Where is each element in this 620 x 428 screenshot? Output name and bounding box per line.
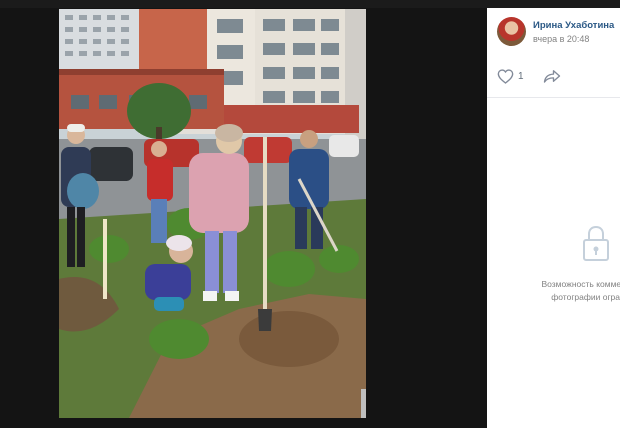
comments-closed-notice: Возможность комменти фотографии огран [487, 218, 620, 318]
share-button[interactable] [541, 66, 563, 86]
top-bar [0, 0, 620, 8]
comments-closed-line-1: Возможность комменти [541, 279, 620, 289]
post-sidebar: Ирина Ухаботина вчера в 20:48 1 Возможно… [487, 8, 620, 428]
photo-viewer [0, 8, 487, 428]
avatar[interactable] [497, 17, 526, 46]
comments-closed-text: Возможность комменти фотографии огран [513, 278, 620, 304]
lock-icon [583, 225, 609, 261]
like-count: 1 [518, 70, 524, 82]
share-arrow-icon [543, 70, 561, 83]
like-button[interactable]: 1 [497, 66, 524, 86]
author-name-link[interactable]: Ирина Ухаботина [533, 20, 614, 31]
post-photo[interactable] [59, 9, 366, 418]
post-actions: 1 [487, 58, 620, 98]
post-time[interactable]: вчера в 20:48 [533, 34, 589, 44]
comments-closed-line-2: фотографии огран [551, 292, 620, 302]
photo-image [59, 9, 366, 418]
heart-icon [497, 68, 514, 84]
post-author: Ирина Ухаботина вчера в 20:48 [487, 8, 620, 58]
